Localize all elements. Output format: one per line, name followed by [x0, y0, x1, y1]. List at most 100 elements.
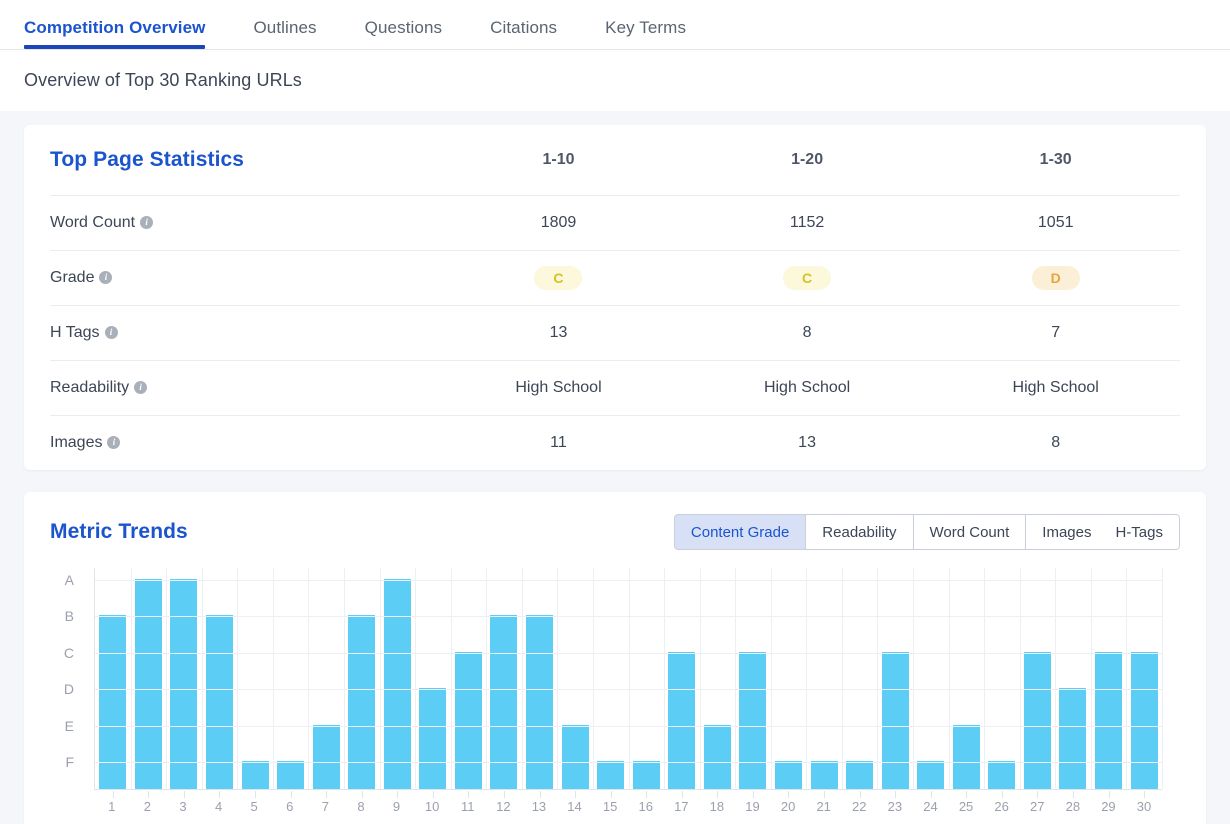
chart-bar[interactable]	[703, 724, 731, 789]
row-label-word-count: Word Count i	[50, 195, 434, 250]
chart-bar[interactable]	[917, 761, 945, 789]
metric-tab-content-grade[interactable]: Content Grade	[674, 515, 806, 549]
y-axis-tick-label: A	[64, 572, 74, 588]
x-axis-tick	[290, 791, 292, 798]
cell-word-count-1-20: 1152	[789, 213, 825, 231]
chart-vertical-gridline	[450, 568, 452, 789]
chart-bar[interactable]	[846, 761, 874, 789]
chart-vertical-gridline	[308, 568, 310, 789]
x-axis-tick-label: 14	[567, 799, 582, 814]
chart-bar-slot	[700, 568, 736, 798]
chart-bar[interactable]	[454, 651, 482, 789]
chart-vertical-gridline	[1090, 568, 1092, 789]
chart-bar[interactable]	[739, 651, 767, 789]
info-icon[interactable]: i	[104, 325, 118, 339]
chart-vertical-gridline	[343, 568, 345, 789]
tab-label: Key Terms	[605, 18, 687, 37]
chart-bar-slot	[842, 568, 878, 798]
chart-bar[interactable]	[597, 761, 625, 789]
chart-bar[interactable]	[383, 579, 411, 789]
x-axis-tick	[681, 791, 683, 798]
x-axis-tick-label: 4	[214, 799, 223, 814]
cell-word-count-1-30: 1051	[1037, 213, 1074, 231]
chart-bar[interactable]	[1130, 651, 1158, 789]
x-axis-tick	[326, 791, 328, 798]
column-header-1-20: 1-20	[791, 150, 824, 168]
y-axis-tick-label: F	[65, 754, 74, 770]
metric-tab-word-count[interactable]: Word Count	[912, 515, 1026, 549]
chart-vertical-gridline	[1162, 568, 1163, 789]
chart-vertical-gridline	[806, 568, 808, 789]
info-icon[interactable]: i	[140, 215, 154, 229]
tab-label: Outlines	[253, 18, 317, 37]
chart-bar[interactable]	[810, 761, 838, 789]
chart-bar[interactable]	[632, 761, 660, 789]
chart-bar[interactable]	[561, 724, 589, 789]
tab-questions[interactable]: Questions	[365, 18, 442, 49]
tab-citations[interactable]: Citations	[490, 18, 557, 49]
chart-bar[interactable]	[241, 761, 269, 789]
chart-bar-slot	[877, 568, 913, 798]
chart-vertical-gridline	[735, 568, 737, 789]
chart-bar[interactable]	[277, 761, 305, 789]
chart-bar[interactable]	[312, 724, 340, 789]
x-axis-tick-label: 10	[424, 799, 440, 814]
metric-tab-h-tags[interactable]: H-Tags	[1107, 515, 1179, 549]
column-header-1-10: 1-10	[542, 150, 575, 168]
chart-bar-slot	[664, 568, 700, 798]
x-axis-tick-label: 22	[852, 799, 867, 814]
metric-tab-readability[interactable]: Readability	[805, 515, 913, 549]
chart-bar[interactable]	[170, 579, 198, 789]
chart-bar[interactable]	[419, 688, 447, 789]
x-axis-tick	[219, 791, 221, 798]
chart-bar[interactable]	[1059, 688, 1087, 789]
table-row: H Tags i 13 8 7	[50, 305, 1180, 360]
x-axis-tick	[432, 791, 434, 798]
x-axis-tick	[183, 791, 185, 798]
info-icon[interactable]: i	[134, 380, 148, 394]
chart-vertical-gridline	[913, 568, 915, 789]
chart-bar[interactable]	[1023, 651, 1051, 789]
tab-label: Questions	[364, 18, 443, 37]
chart-bar-slot	[166, 568, 202, 798]
x-axis-tick-label: 13	[531, 799, 547, 814]
tab-competition-overview[interactable]: Competition Overview	[24, 18, 206, 49]
chart-bar[interactable]	[988, 761, 1016, 789]
chart-bar[interactable]	[1095, 651, 1123, 789]
chart-bar[interactable]	[134, 579, 162, 789]
chart-bar[interactable]	[881, 651, 909, 789]
metric-trends-title: Metric Trends	[50, 520, 188, 543]
x-axis-tick-label: 9	[392, 799, 401, 814]
x-axis-tick-label: 5	[250, 799, 258, 814]
chart-bar-slot	[557, 568, 593, 798]
row-label-text: Readability	[50, 378, 130, 396]
cell-h-tags-1-30: 7	[1051, 323, 1061, 341]
table-row: Word Count i 1809 1152 1051	[50, 195, 1180, 250]
y-axis-tick-label: B	[64, 608, 74, 625]
chart-bar-slot	[1020, 568, 1056, 798]
chart-vertical-gridline	[1126, 568, 1128, 789]
info-icon[interactable]: i	[107, 435, 121, 449]
x-axis-tick	[717, 791, 719, 798]
info-icon[interactable]: i	[99, 270, 113, 284]
chart-y-axis: A B C D E F	[50, 568, 82, 790]
chart-bar-slot	[308, 568, 344, 798]
x-axis-tick-label: 30	[1136, 799, 1152, 814]
x-axis-tick-label: 28	[1065, 799, 1081, 814]
tab-outlines[interactable]: Outlines	[253, 18, 316, 49]
chart-bar-slot	[913, 568, 949, 798]
cell-word-count-1-10: 1809	[540, 213, 577, 231]
chart-bar-slot	[344, 568, 380, 798]
chart-vertical-gridline	[521, 568, 523, 789]
x-axis-tick-label: 25	[958, 799, 974, 814]
chart-bar[interactable]	[668, 651, 696, 789]
table-row: Grade i C C D	[50, 250, 1180, 305]
metric-tab-images[interactable]: Images	[1025, 515, 1108, 549]
tab-key-terms[interactable]: Key Terms	[605, 18, 686, 49]
x-axis-tick-label: 23	[887, 799, 903, 814]
chart-bar-slot	[1126, 568, 1162, 798]
chart-bar[interactable]	[952, 724, 980, 789]
table-body: Word Count i 1809 1152 1051 Grade i C C D …	[50, 195, 1180, 470]
x-axis-tick-label: 20	[780, 799, 796, 814]
chart-bar[interactable]	[774, 761, 802, 789]
